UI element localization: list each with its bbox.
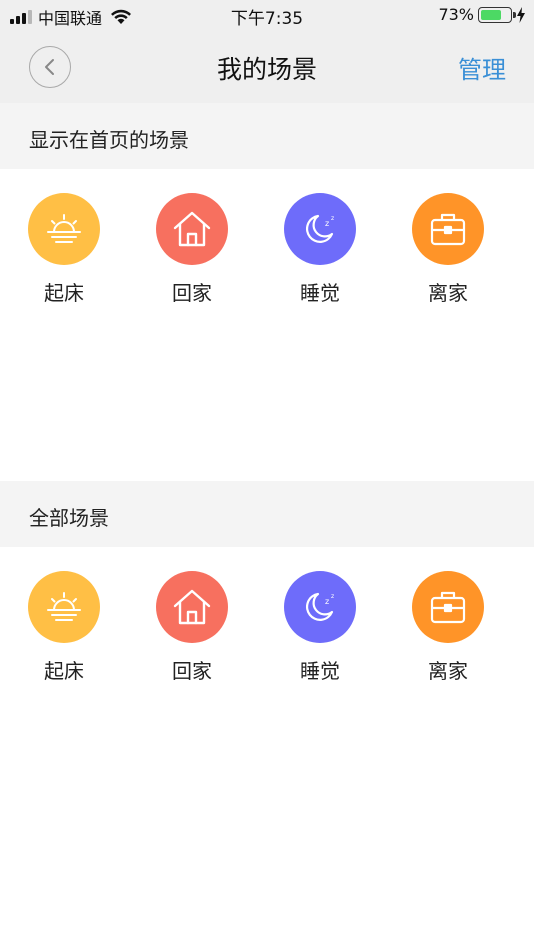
svg-text:z: z — [331, 215, 334, 222]
status-bar: 中国联通 下午7:35 73% — [0, 0, 534, 30]
battery-icon — [478, 6, 516, 23]
battery-fill — [481, 9, 502, 20]
scene-label: 起床 — [44, 659, 84, 683]
scene-label: 离家 — [428, 659, 468, 683]
house-icon — [173, 589, 211, 625]
scene-wakeup[interactable]: 起床 — [9, 571, 119, 684]
section-header-all: 全部场景 — [0, 481, 534, 547]
scene-icon-circle — [28, 193, 100, 265]
scene-label: 回家 — [172, 659, 212, 683]
scene-wakeup[interactable]: 起床 — [9, 193, 119, 306]
svg-text:z: z — [325, 597, 329, 606]
scene-icon-circle: z z — [284, 571, 356, 643]
scene-row-all: 起床 回家 z z 睡觉 离家 — [0, 571, 534, 691]
battery-percent: 73% — [438, 5, 474, 24]
svg-text:z: z — [331, 593, 334, 600]
scene-home[interactable]: 回家 — [137, 571, 247, 684]
scene-home[interactable]: 回家 — [137, 193, 247, 306]
section-header-homepage: 显示在首页的场景 — [0, 103, 534, 169]
sunrise-icon — [47, 214, 81, 243]
moon-icon: z z — [305, 592, 334, 621]
house-icon — [173, 211, 211, 247]
status-right: 73% — [438, 5, 526, 24]
manage-button[interactable]: 管理 — [458, 50, 506, 85]
moon-icon: z z — [305, 214, 334, 243]
scene-sleep[interactable]: z z 睡觉 — [265, 571, 375, 684]
scene-label: 回家 — [172, 281, 212, 305]
page-title: 我的场景 — [216, 55, 317, 84]
scene-label: 离家 — [428, 281, 468, 305]
scene-leave[interactable]: 离家 — [393, 193, 503, 306]
scene-label: 起床 — [44, 281, 84, 305]
scene-label: 睡觉 — [300, 659, 340, 683]
scene-icon-circle: z z — [284, 193, 356, 265]
scene-row-homepage: 起床 回家 z z 睡觉 离家 — [0, 193, 534, 313]
scene-sleep[interactable]: z z 睡觉 — [265, 193, 375, 306]
scene-leave[interactable]: 离家 — [393, 571, 503, 684]
briefcase-icon — [430, 213, 466, 246]
scene-icon-circle — [28, 571, 100, 643]
sunrise-icon — [47, 592, 81, 621]
section-title: 显示在首页的场景 — [29, 128, 189, 152]
svg-text:z: z — [325, 219, 329, 228]
scene-icon-circle — [156, 193, 228, 265]
briefcase-icon — [430, 591, 466, 624]
scene-icon-circle — [156, 571, 228, 643]
scene-icon-circle — [412, 571, 484, 643]
scene-label: 睡觉 — [300, 281, 340, 305]
charging-bolt-icon — [517, 6, 525, 23]
scene-icon-circle — [412, 193, 484, 265]
section-title: 全部场景 — [29, 506, 109, 530]
nav-bar: 我的场景 管理 — [0, 30, 534, 103]
